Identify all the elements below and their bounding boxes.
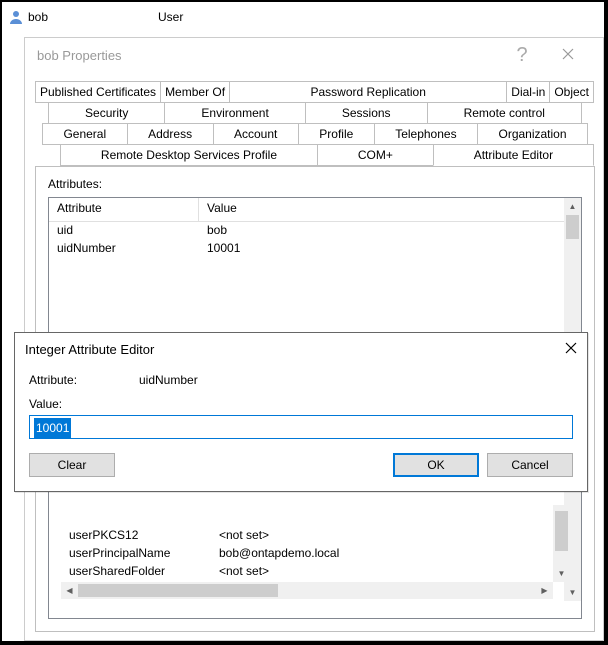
attributes-header[interactable]: Attribute Value	[49, 198, 581, 222]
cancel-button[interactable]: Cancel	[487, 453, 573, 477]
tab-dial-in[interactable]: Dial-in	[506, 81, 550, 103]
user-icon	[8, 9, 24, 25]
attribute-label: Attribute:	[29, 373, 139, 387]
col-value[interactable]: Value	[199, 198, 581, 221]
tab-address[interactable]: Address	[127, 123, 214, 145]
object-header: bob User	[8, 5, 604, 29]
attribute-name: uidNumber	[139, 373, 198, 387]
dialog-titlebar[interactable]: Integer Attribute Editor	[15, 333, 587, 365]
horizontal-scrollbar[interactable]: ◀ ▶	[61, 582, 553, 599]
attribute-row[interactable]: uidNumber 10001	[49, 240, 564, 258]
tab-sessions[interactable]: Sessions	[305, 102, 428, 124]
attributes-rows-lower: userPKCS12 <not set> userPrincipalName b…	[61, 527, 564, 581]
vertical-scrollbar-lower[interactable]: ▼	[553, 505, 570, 582]
col-attribute[interactable]: Attribute	[49, 198, 199, 221]
tab-password-replication[interactable]: Password Replication	[229, 81, 507, 103]
attribute-row[interactable]: userPrincipalName bob@ontapdemo.local	[61, 545, 564, 563]
attributes-label: Attributes:	[48, 177, 582, 191]
integer-attribute-editor-dialog: Integer Attribute Editor Attribute: uidN…	[14, 332, 588, 492]
tab-com-plus[interactable]: COM+	[317, 144, 434, 166]
properties-title: bob Properties	[37, 48, 499, 63]
value-input-text: 10001	[34, 418, 71, 438]
tab-organization[interactable]: Organization	[477, 123, 588, 145]
help-button[interactable]: ?	[499, 44, 545, 67]
tab-attribute-editor[interactable]: Attribute Editor	[433, 144, 594, 166]
tab-member-of[interactable]: Member Of	[160, 81, 230, 103]
tab-security[interactable]: Security	[48, 102, 165, 124]
scroll-thumb[interactable]	[555, 511, 568, 551]
dialog-close-button[interactable]	[537, 342, 577, 357]
ok-button[interactable]: OK	[393, 453, 479, 477]
dialog-title: Integer Attribute Editor	[25, 342, 537, 357]
tab-published-certificates[interactable]: Published Certificates	[35, 81, 161, 103]
close-button[interactable]	[545, 48, 591, 63]
hscroll-thumb[interactable]	[78, 584, 278, 597]
scroll-right-icon[interactable]: ▶	[536, 582, 553, 599]
attribute-row[interactable]: userSharedFolder <not set>	[61, 563, 564, 581]
tab-environment[interactable]: Environment	[164, 102, 305, 124]
properties-titlebar[interactable]: bob Properties ?	[25, 38, 603, 72]
tab-object[interactable]: Object	[549, 81, 594, 103]
object-name[interactable]: bob	[28, 10, 158, 24]
value-label: Value:	[29, 397, 573, 411]
tab-rds-profile[interactable]: Remote Desktop Services Profile	[60, 144, 318, 166]
object-type: User	[158, 10, 183, 24]
tab-account[interactable]: Account	[213, 123, 299, 145]
tab-profile[interactable]: Profile	[298, 123, 375, 145]
scroll-down-icon[interactable]: ▼	[553, 565, 570, 582]
scroll-left-icon[interactable]: ◀	[61, 582, 78, 599]
attribute-row[interactable]: userPKCS12 <not set>	[61, 527, 564, 545]
attribute-row[interactable]: uid bob	[49, 222, 564, 240]
scroll-up-icon[interactable]: ▲	[564, 198, 581, 215]
tab-remote-control[interactable]: Remote control	[427, 102, 582, 124]
scroll-thumb[interactable]	[566, 215, 579, 239]
tab-strip: Published Certificates Member Of Passwor…	[35, 80, 595, 166]
value-input[interactable]: 10001	[29, 415, 573, 439]
tab-general[interactable]: General	[42, 123, 128, 145]
tab-telephones[interactable]: Telephones	[374, 123, 478, 145]
clear-button[interactable]: Clear	[29, 453, 115, 477]
